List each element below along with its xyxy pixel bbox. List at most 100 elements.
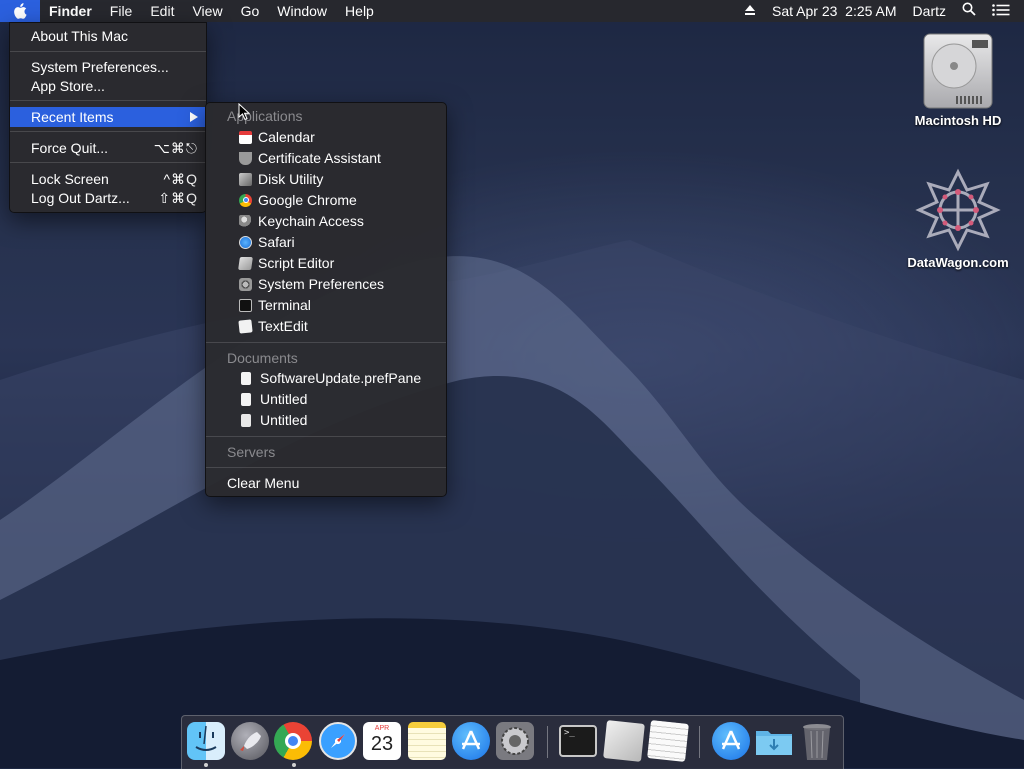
menu-item-label: Script Editor bbox=[258, 255, 335, 271]
recent-app-textedit[interactable]: TextEdit bbox=[206, 316, 446, 336]
chrome-center-icon bbox=[285, 733, 301, 749]
menu-item-label: Keychain Access bbox=[258, 213, 364, 229]
folder-icon bbox=[756, 731, 792, 755]
trash-icon bbox=[803, 724, 831, 760]
dock-google-chrome[interactable] bbox=[274, 722, 312, 760]
app-store-item[interactable]: App Store... bbox=[10, 76, 206, 96]
recent-app-certificate-assistant[interactable]: Certificate Assistant bbox=[206, 148, 446, 168]
calendar-icon bbox=[239, 130, 252, 144]
menubar-clock[interactable]: Sat Apr 23 2:25 AM bbox=[764, 0, 905, 22]
menu-shortcut: ^⌘Q bbox=[163, 171, 198, 187]
recent-items-item[interactable]: Recent Items bbox=[10, 107, 206, 127]
document-icon bbox=[241, 371, 251, 385]
certificate-icon bbox=[239, 151, 252, 165]
dock-downloads-folder[interactable] bbox=[754, 722, 792, 760]
document-icon bbox=[241, 413, 251, 427]
menu-item-label: Untitled bbox=[260, 412, 308, 428]
dock: APR 23 >_ bbox=[181, 715, 844, 769]
notification-center-icon[interactable] bbox=[984, 0, 1024, 22]
system-preferences-item[interactable]: System Preferences... bbox=[10, 57, 206, 77]
lock-screen-item[interactable]: Lock Screen ^⌘Q bbox=[10, 169, 206, 189]
menubar-view[interactable]: View bbox=[183, 0, 231, 22]
dock-terminal[interactable]: >_ bbox=[559, 725, 597, 757]
submenu-arrow-icon bbox=[190, 107, 198, 127]
eject-icon[interactable] bbox=[736, 0, 764, 22]
recent-app-script-editor[interactable]: Script Editor bbox=[206, 253, 446, 273]
force-quit-item[interactable]: Force Quit... ⌥⌘⎋ bbox=[10, 138, 206, 158]
script-editor-icon bbox=[238, 256, 253, 270]
menu-item-label: Recent Items bbox=[31, 109, 114, 125]
calendar-day: 23 bbox=[370, 733, 394, 755]
app-store-icon bbox=[721, 730, 741, 750]
dock-app-store[interactable] bbox=[452, 722, 490, 760]
recent-app-calendar[interactable]: Calendar bbox=[206, 127, 446, 147]
menu-item-label: App Store... bbox=[31, 78, 105, 94]
menu-item-label: Calendar bbox=[258, 129, 315, 145]
menu-separator bbox=[10, 162, 206, 163]
clear-menu-item[interactable]: Clear Menu bbox=[206, 473, 446, 493]
menu-separator bbox=[10, 131, 206, 132]
recent-app-terminal[interactable]: Terminal bbox=[206, 295, 446, 315]
apple-menu: About This Mac System Preferences... App… bbox=[9, 22, 207, 213]
menu-item-label: About This Mac bbox=[31, 28, 129, 44]
menu-separator bbox=[206, 436, 446, 437]
menu-item-label: Lock Screen bbox=[31, 171, 109, 187]
spotlight-search-icon[interactable] bbox=[954, 0, 984, 22]
hard-drive-icon bbox=[923, 33, 993, 109]
dock-app-store-download[interactable] bbox=[712, 722, 750, 760]
menu-item-label: Disk Utility bbox=[258, 171, 324, 187]
recent-doc-untitled-1[interactable]: Untitled bbox=[206, 389, 446, 409]
system-preferences-icon bbox=[239, 277, 252, 291]
menu-separator bbox=[206, 467, 446, 468]
chrome-icon bbox=[239, 193, 252, 207]
menu-item-label: System Preferences... bbox=[31, 59, 169, 75]
menubar-go[interactable]: Go bbox=[232, 0, 269, 22]
recent-app-keychain-access[interactable]: Keychain Access bbox=[206, 211, 446, 231]
menu-item-label: Force Quit... bbox=[31, 140, 109, 156]
menu-item-label: System Preferences bbox=[258, 276, 385, 292]
recent-app-disk-utility[interactable]: Disk Utility bbox=[206, 169, 446, 189]
menubar-finder[interactable]: Finder bbox=[40, 0, 101, 22]
disk-utility-icon bbox=[239, 172, 252, 186]
dock-calendar[interactable]: APR 23 bbox=[363, 722, 401, 760]
compass-icon bbox=[331, 734, 345, 748]
apple-menu-button[interactable] bbox=[0, 0, 40, 22]
menu-item-label: TextEdit bbox=[258, 318, 308, 334]
terminal-icon bbox=[239, 298, 252, 312]
web-link-icon bbox=[915, 168, 1001, 252]
calendar-month: APR bbox=[374, 725, 390, 732]
about-this-mac-item[interactable]: About This Mac bbox=[10, 26, 206, 46]
dock-system-preferences[interactable] bbox=[496, 722, 534, 760]
dock-separator bbox=[547, 726, 548, 758]
menubar-file[interactable]: File bbox=[101, 0, 142, 22]
dock-notes[interactable] bbox=[408, 722, 446, 760]
dock-safari[interactable] bbox=[319, 722, 357, 760]
menu-shortcut: ⌥⌘⎋ bbox=[153, 140, 198, 156]
servers-header: Servers bbox=[227, 444, 276, 460]
menubar-user[interactable]: Dartz bbox=[905, 0, 954, 22]
menubar-edit[interactable]: Edit bbox=[141, 0, 183, 22]
recent-app-system-preferences[interactable]: System Preferences bbox=[206, 274, 446, 294]
recent-doc-softwareupdate[interactable]: SoftwareUpdate.prefPane bbox=[206, 368, 446, 388]
menubar-help[interactable]: Help bbox=[336, 0, 383, 22]
desktop-icon-macintosh-hd[interactable]: Macintosh HD bbox=[898, 30, 1018, 128]
gear-icon bbox=[501, 727, 529, 755]
recent-doc-untitled-2[interactable]: Untitled bbox=[206, 410, 446, 430]
menu-item-label: Terminal bbox=[258, 297, 311, 313]
dock-textedit[interactable] bbox=[647, 720, 689, 762]
log-out-item[interactable]: Log Out Dartz... ⇧⌘Q bbox=[10, 188, 206, 208]
menu-separator bbox=[10, 100, 206, 101]
menu-item-label: Untitled bbox=[260, 391, 308, 407]
menu-item-label: Certificate Assistant bbox=[258, 150, 381, 166]
recent-app-safari[interactable]: Safari bbox=[206, 232, 446, 252]
dock-launchpad[interactable] bbox=[231, 722, 269, 760]
dock-trash[interactable] bbox=[800, 722, 838, 760]
textedit-icon bbox=[238, 318, 253, 334]
app-store-icon bbox=[461, 730, 481, 750]
desktop-icon-datawagon[interactable]: DataWagon.com bbox=[898, 168, 1018, 270]
dock-script-editor[interactable] bbox=[603, 720, 645, 762]
mouse-pointer-icon bbox=[238, 103, 250, 121]
dock-finder[interactable] bbox=[187, 722, 225, 760]
menubar-window[interactable]: Window bbox=[268, 0, 336, 22]
recent-app-google-chrome[interactable]: Google Chrome bbox=[206, 190, 446, 210]
